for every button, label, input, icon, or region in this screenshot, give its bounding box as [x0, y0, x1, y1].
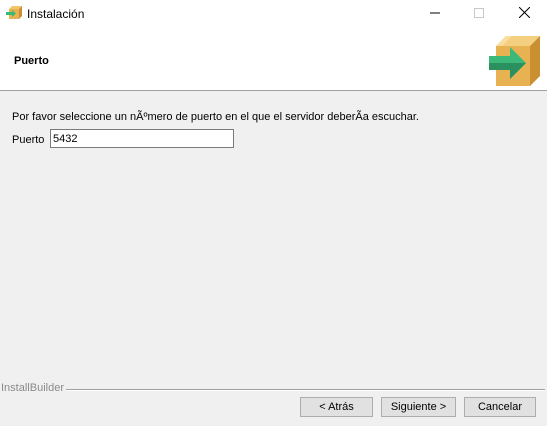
next-button[interactable]: Siguiente >: [381, 397, 456, 417]
cancel-button[interactable]: Cancelar: [464, 397, 536, 417]
page-header: Puerto: [0, 30, 547, 91]
port-description: Por favor seleccione un nÃºmero de puert…: [12, 111, 419, 123]
installer-app-icon: [6, 5, 22, 21]
port-input[interactable]: [50, 129, 234, 148]
installbuilder-brand-label: InstallBuilder: [1, 382, 64, 394]
window-title: Instalación: [27, 7, 85, 21]
maximize-icon: [474, 7, 484, 21]
minimize-icon: [430, 8, 440, 21]
page-title: Puerto: [14, 55, 49, 67]
maximize-button[interactable]: [456, 0, 502, 28]
minimize-button[interactable]: [412, 0, 458, 28]
installer-box-arrow-icon: [488, 32, 544, 88]
installer-window: Instalación Puerto Por favor seleccione …: [0, 0, 547, 426]
close-icon: [518, 6, 530, 21]
title-bar[interactable]: Instalación: [0, 0, 547, 30]
back-button[interactable]: < Atrás: [300, 397, 373, 417]
close-button[interactable]: [501, 0, 547, 28]
footer-divider: [66, 389, 545, 391]
port-label: Puerto: [12, 134, 45, 146]
